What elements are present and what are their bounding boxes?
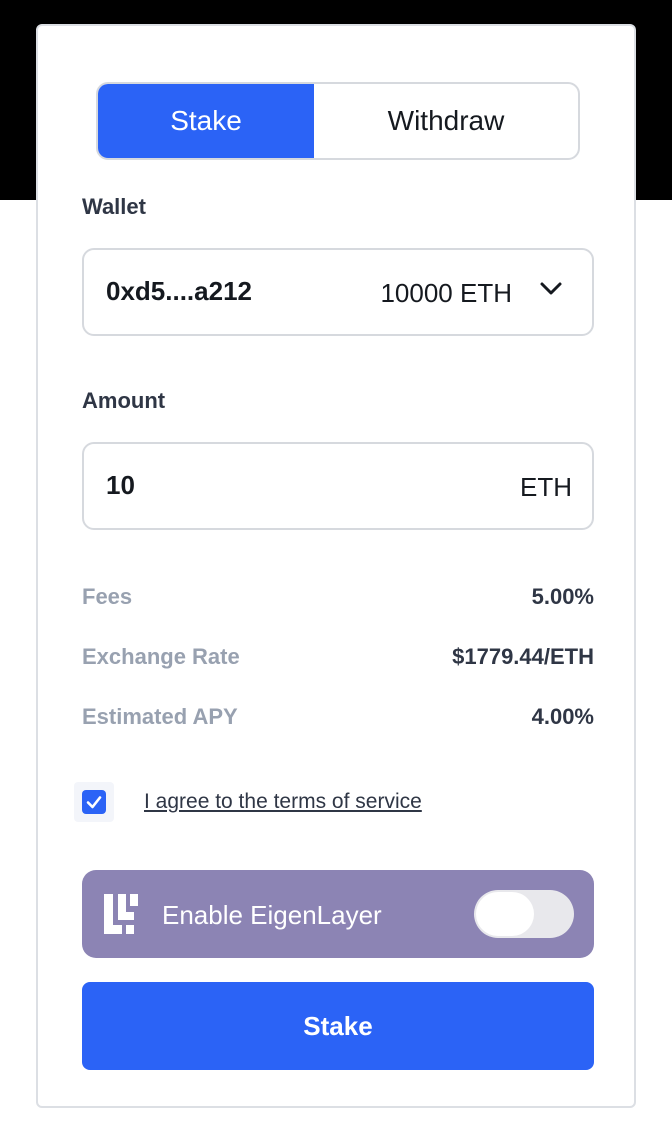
exchange-rate-value: $1779.44/ETH (452, 644, 594, 669)
eigenlayer-toggle[interactable] (474, 890, 574, 938)
estimated-apy-label: Estimated APY (82, 704, 238, 729)
wallet-select[interactable]: 0xd5....a212 10000 ETH (82, 248, 594, 336)
terms-checkbox[interactable] (82, 790, 106, 814)
terms-row: I agree to the terms of service (74, 782, 594, 822)
amount-unit: ETH (520, 472, 572, 502)
checkmark-icon (86, 796, 102, 809)
amount-input[interactable] (106, 470, 406, 501)
info-row-exchange-rate: Exchange Rate $1779.44/ETH (82, 644, 594, 674)
stake-button[interactable]: Stake (82, 982, 594, 1070)
enable-eigenlayer-label: Enable EigenLayer (162, 900, 382, 930)
wallet-address: 0xd5....a212 (106, 276, 252, 306)
fees-label: Fees (82, 584, 133, 609)
amount-field: ETH (82, 442, 594, 530)
estimated-apy-value: 4.00% (531, 704, 594, 729)
eigenlayer-panel: Enable EigenLayer (82, 870, 594, 958)
amount-label: Amount (82, 388, 166, 413)
stake-withdraw-toggle: Stake Withdraw (96, 82, 580, 160)
toggle-knob (476, 892, 534, 936)
chevron-down-icon (540, 282, 562, 295)
fees-value: 5.00% (531, 584, 594, 609)
info-row-fees: Fees 5.00% (82, 584, 594, 614)
wallet-balance: 10000 ETH (380, 278, 512, 308)
tab-stake[interactable]: Stake (98, 84, 314, 158)
exchange-rate-label: Exchange Rate (82, 644, 240, 669)
terms-checkbox-wrap (74, 782, 114, 822)
info-row-estimated-apy: Estimated APY 4.00% (82, 704, 594, 734)
terms-of-service-link[interactable]: I agree to the terms of service (144, 790, 422, 814)
wallet-label: Wallet (82, 194, 146, 219)
tab-withdraw[interactable]: Withdraw (314, 84, 578, 158)
eigenlayer-logo-icon (104, 894, 138, 934)
staking-card: Stake Withdraw Wallet 0xd5....a212 10000… (36, 24, 636, 1108)
